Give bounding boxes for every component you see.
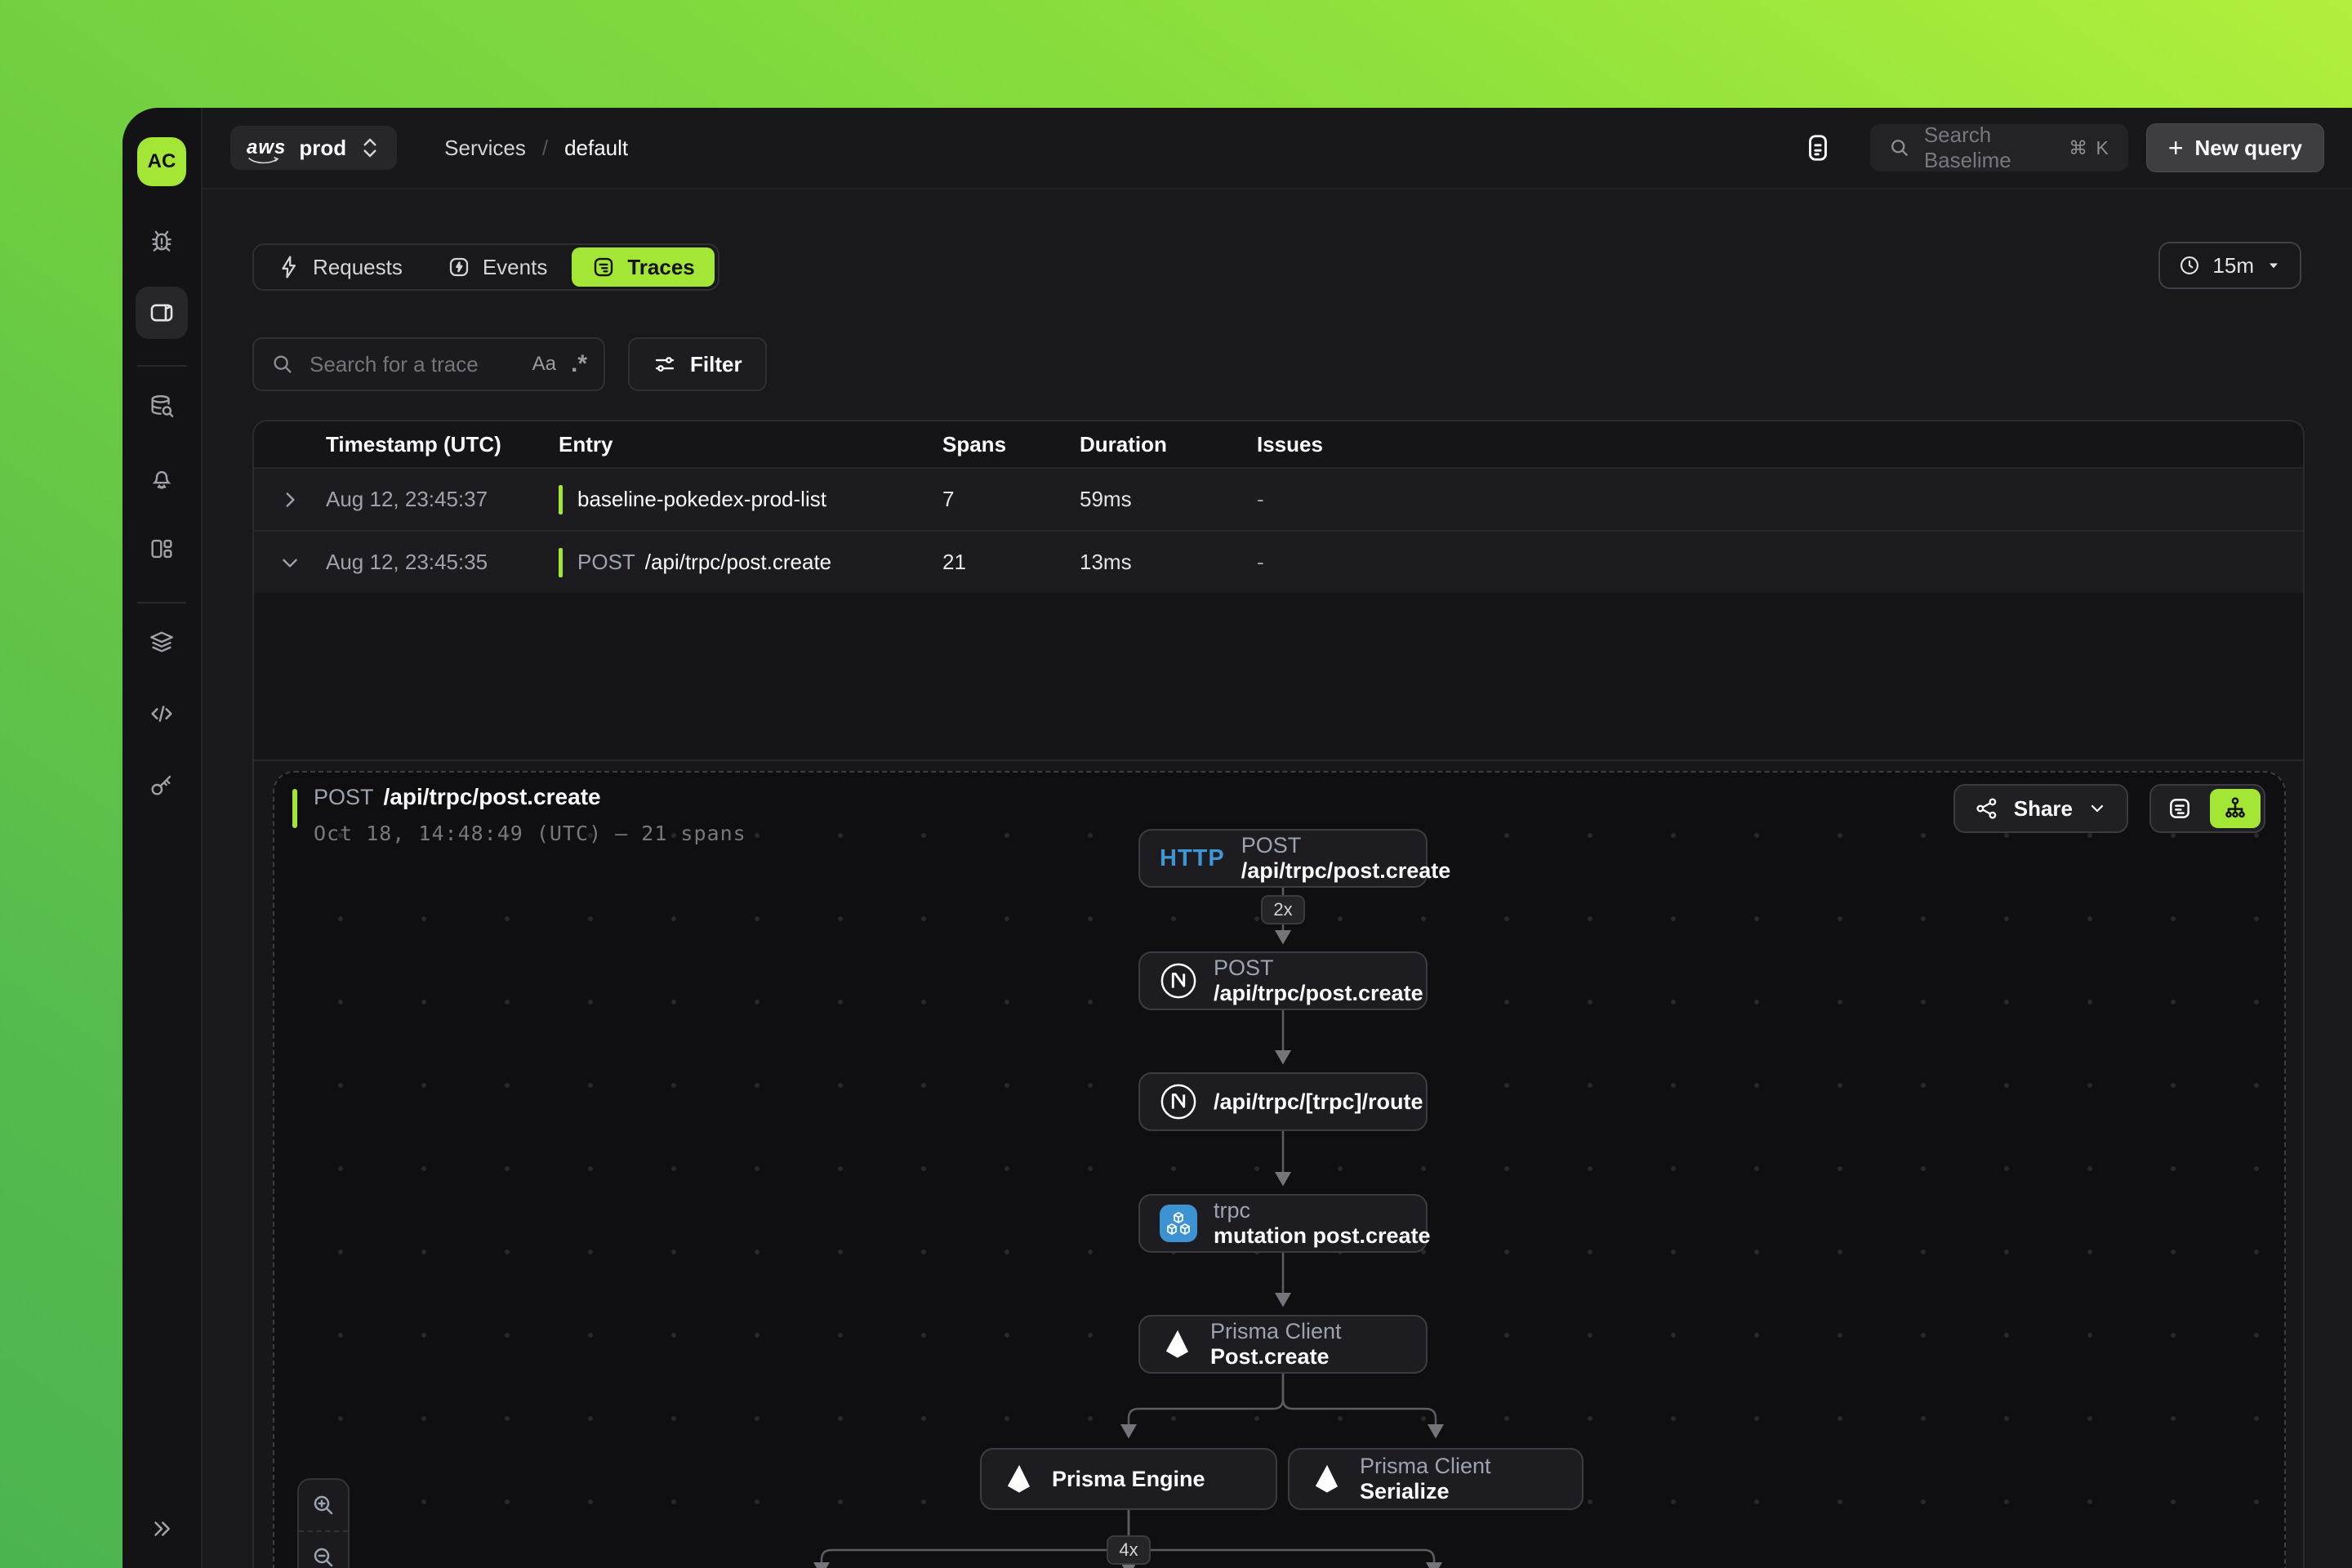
- table-row-expanded[interactable]: Aug 12, 23:45:35 POST/api/trpc/post.crea…: [254, 530, 2303, 593]
- global-search-placeholder: Search Baselime: [1924, 122, 2056, 173]
- span-node-nextjs[interactable]: POST /api/trpc/post.create: [1138, 951, 1428, 1010]
- new-query-button[interactable]: + New query: [2146, 123, 2324, 172]
- span-node-trpc[interactable]: trpc mutation post.create: [1138, 1194, 1428, 1253]
- code-icon[interactable]: [142, 694, 181, 733]
- multiplier-badge: 4x: [1107, 1535, 1151, 1565]
- regex-toggle[interactable]: .*: [571, 350, 587, 378]
- view-tab-group: Requests Events Traces: [252, 243, 719, 291]
- main-area: aws prod Services / default: [203, 108, 2352, 1568]
- avatar[interactable]: AC: [137, 137, 186, 186]
- zoom-in-button[interactable]: [299, 1480, 348, 1530]
- col-spans: Spans: [942, 432, 1080, 457]
- alerts-bell-icon[interactable]: [142, 457, 181, 497]
- breadcrumb-separator: /: [542, 136, 548, 161]
- table-header-row: Timestamp (UTC) Entry Spans Duration Iss…: [254, 421, 2303, 467]
- span-node-prisma-client-serialize[interactable]: Prisma Client Serialize: [1288, 1448, 1584, 1510]
- match-case-toggle[interactable]: Aa: [532, 353, 556, 376]
- time-range-selector[interactable]: 15m: [2158, 242, 2301, 289]
- topbar: aws prod Services / default: [203, 108, 2352, 189]
- span-node-nextjs-route[interactable]: /api/trpc/[trpc]/route: [1138, 1072, 1428, 1131]
- flow-connectors: [274, 773, 2286, 1568]
- zoom-out-button[interactable]: [299, 1530, 348, 1568]
- event-badge-icon: [447, 255, 471, 279]
- nextjs-icon: [1160, 1083, 1197, 1120]
- chevron-right-icon[interactable]: [254, 489, 326, 510]
- span-node-prisma-engine[interactable]: Prisma Engine: [980, 1448, 1277, 1510]
- span-node-http[interactable]: HTTP POST /api/trpc/post.create: [1138, 829, 1428, 888]
- trace-flow-panel: POST/api/trpc/post.create Oct 18, 14:48:…: [273, 771, 2286, 1568]
- search-icon: [1888, 136, 1911, 159]
- dashboards-icon[interactable]: [142, 529, 181, 568]
- sidebar: AC: [122, 108, 203, 1568]
- global-search-input[interactable]: Search Baselime ⌘ K: [1870, 124, 2128, 172]
- key-icon[interactable]: [142, 765, 181, 804]
- trpc-icon: [1160, 1205, 1197, 1242]
- clock-icon: [2178, 254, 2201, 277]
- col-issues: Issues: [1257, 432, 2303, 457]
- sliders-icon: [653, 352, 677, 376]
- lightning-icon: [277, 255, 301, 279]
- trace-list-icon: [591, 255, 616, 279]
- chevron-down-icon[interactable]: [254, 552, 326, 573]
- nextjs-icon: [1160, 962, 1197, 1000]
- tab-requests[interactable]: Requests: [257, 247, 422, 287]
- environment-name: prod: [299, 136, 346, 161]
- prisma-icon: [1160, 1327, 1194, 1361]
- trace-detail-area: POST/api/trpc/post.create Oct 18, 14:48:…: [254, 760, 2303, 1568]
- breadcrumb-current: default: [564, 136, 628, 161]
- sidebar-divider: [137, 602, 186, 604]
- breadcrumb: Services / default: [444, 136, 628, 161]
- col-timestamp: Timestamp (UTC): [326, 432, 559, 457]
- filter-button[interactable]: Filter: [628, 337, 767, 391]
- col-entry: Entry: [559, 432, 942, 457]
- sidebar-item-services-active[interactable]: [136, 287, 188, 339]
- tab-traces[interactable]: Traces: [572, 247, 714, 287]
- table-row[interactable]: Aug 12, 23:45:37 baseline-pokedex-prod-l…: [254, 467, 2303, 530]
- col-duration: Duration: [1080, 432, 1257, 457]
- prisma-icon: [1001, 1462, 1036, 1496]
- trace-color-bar: [559, 548, 563, 577]
- query-database-icon[interactable]: [142, 387, 181, 426]
- content: Requests Events Traces: [203, 189, 2352, 1568]
- updown-chevrons-icon: [359, 136, 381, 160]
- caret-down-icon: [2265, 257, 2282, 274]
- environment-selector[interactable]: aws prod: [230, 126, 397, 170]
- prisma-icon: [1309, 1462, 1343, 1496]
- trace-search-placeholder: Search for a trace: [310, 352, 518, 377]
- search-shortcut: ⌘ K: [2069, 137, 2110, 159]
- span-node-prisma-client[interactable]: Prisma Client Post.create: [1138, 1315, 1428, 1374]
- aws-logo: aws: [247, 136, 286, 159]
- tab-events[interactable]: Events: [427, 247, 568, 287]
- trace-search-input[interactable]: Search for a trace Aa .*: [252, 337, 605, 391]
- http-icon: HTTP: [1160, 845, 1225, 872]
- bug-icon[interactable]: [142, 222, 181, 261]
- changelog-icon[interactable]: [1797, 122, 1839, 173]
- diagram-zoom-controls: [297, 1478, 350, 1568]
- trace-color-bar: [559, 485, 563, 514]
- sidebar-expand-chevrons-icon[interactable]: [142, 1509, 181, 1548]
- sidebar-divider: [137, 365, 186, 367]
- app-window: AC: [122, 108, 2352, 1568]
- breadcrumb-services[interactable]: Services: [444, 136, 526, 161]
- layers-icon[interactable]: [142, 622, 181, 662]
- search-icon: [270, 352, 295, 376]
- multiplier-badge: 2x: [1261, 895, 1305, 924]
- traces-table: Timestamp (UTC) Entry Spans Duration Iss…: [252, 420, 2305, 1568]
